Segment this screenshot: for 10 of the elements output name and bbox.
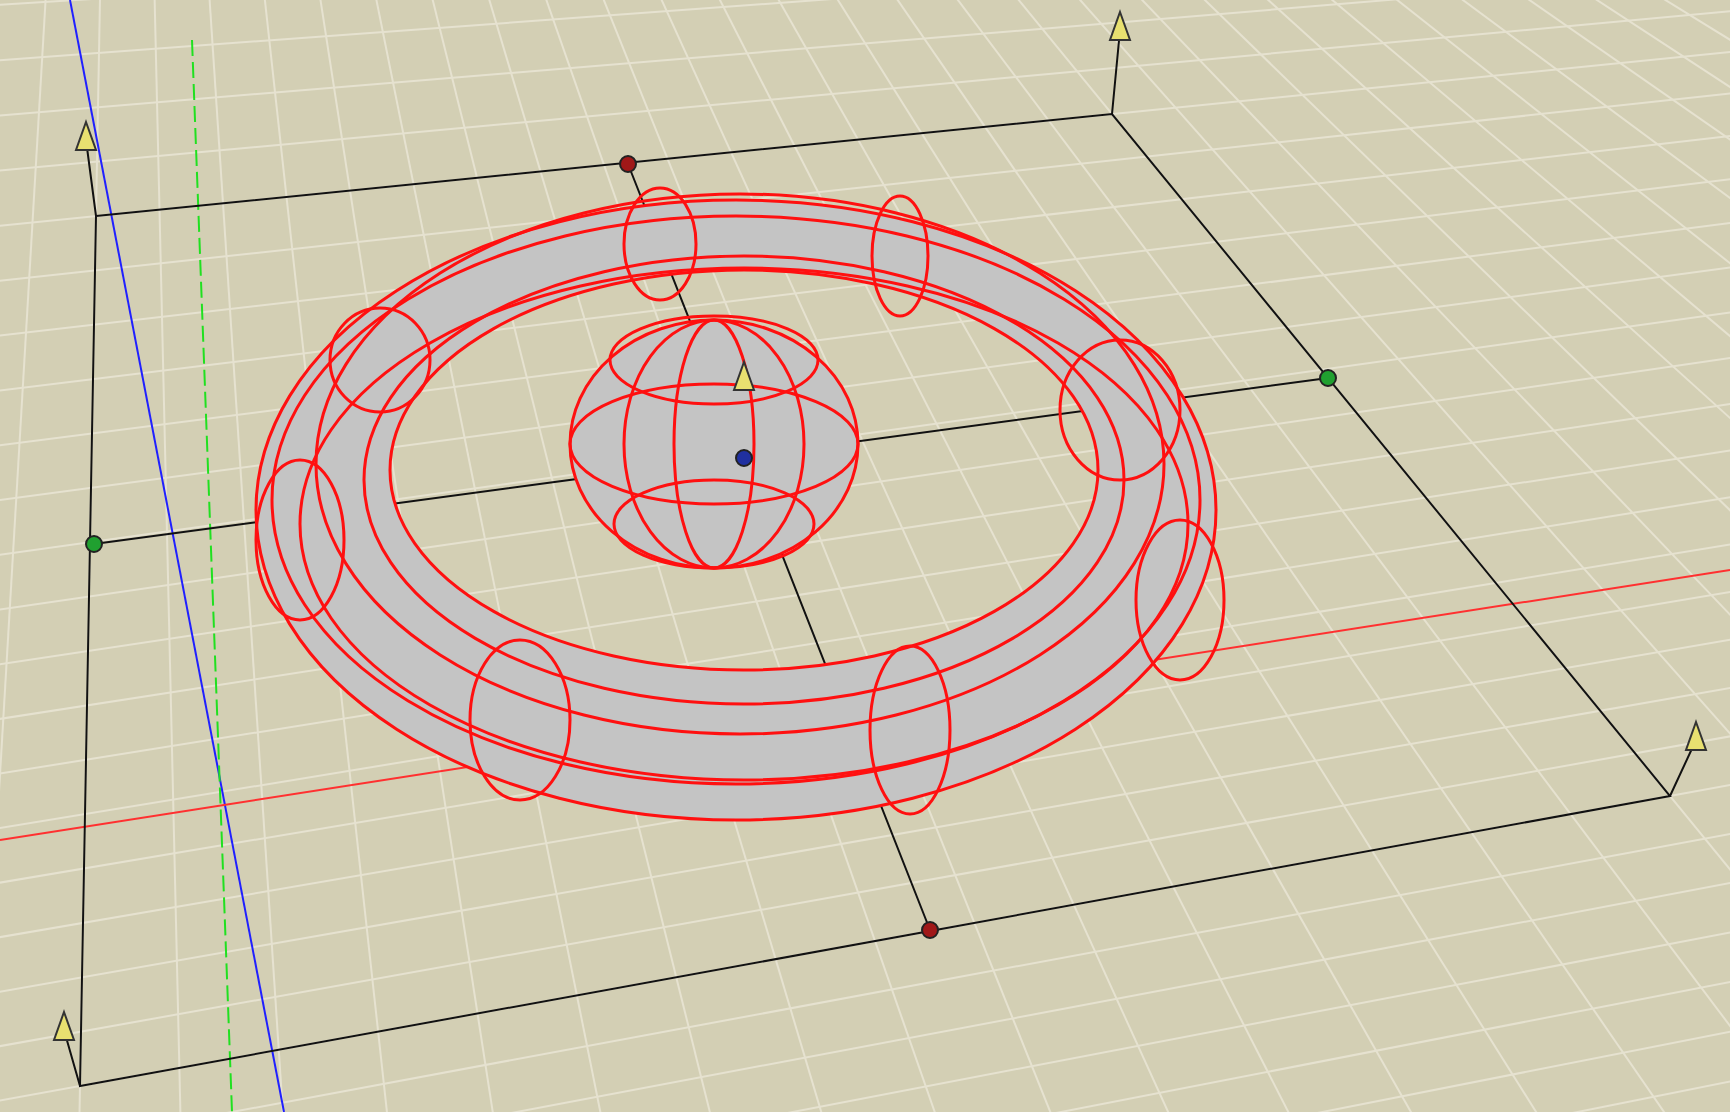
- control-point-handle[interactable]: [735, 449, 753, 467]
- arrow-handle-icon[interactable]: [732, 359, 756, 391]
- control-point-handle[interactable]: [85, 535, 103, 553]
- arrow-handle-icon[interactable]: [1108, 9, 1132, 41]
- arrow-handle-icon[interactable]: [1684, 719, 1708, 751]
- arrow-handle-icon[interactable]: [74, 119, 98, 151]
- arrow-handle-icon[interactable]: [52, 1009, 76, 1041]
- control-point-handle[interactable]: [619, 155, 637, 173]
- control-point-handle[interactable]: [1319, 369, 1337, 387]
- control-point-handle[interactable]: [921, 921, 939, 939]
